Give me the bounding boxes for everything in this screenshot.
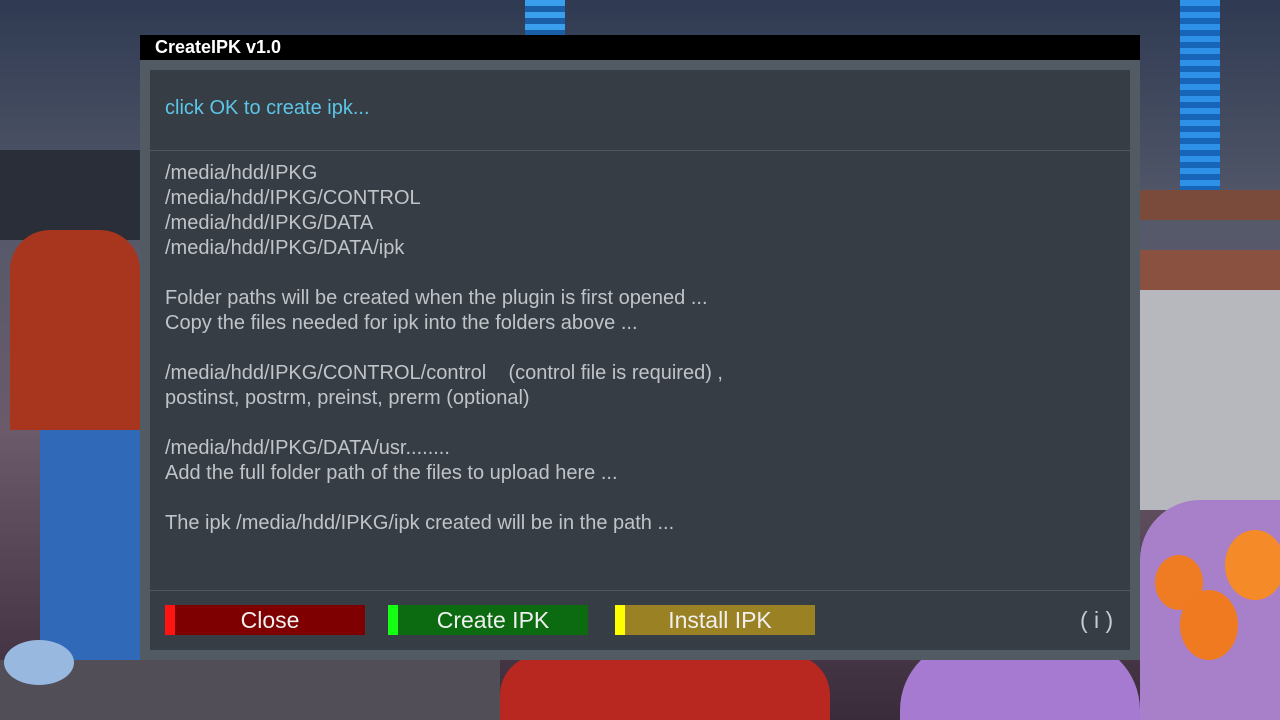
background-shape — [1140, 290, 1280, 510]
info-line — [165, 411, 1115, 436]
plugin-dialog: click OK to create ipk... /media/hdd/IPK… — [140, 60, 1140, 660]
install-ipk-button-label: Install IPK — [668, 607, 772, 633]
background-shape — [10, 230, 140, 430]
info-text-block: /media/hdd/IPKG/media/hdd/IPKG/CONTROL/m… — [165, 161, 1115, 536]
info-line: The ipk /media/hdd/IPKG/ipk created will… — [165, 512, 675, 534]
info-line: Folder paths will be created when the pl… — [165, 287, 708, 309]
header-area: click OK to create ipk... — [150, 70, 1130, 151]
background-shape — [4, 640, 74, 685]
window-title: CreateIPK v1.0 — [140, 35, 1140, 60]
close-button[interactable]: Close — [165, 605, 365, 635]
create-ipk-button-label: Create IPK — [436, 607, 550, 633]
info-line: /media/hdd/IPKG/DATA/usr........ — [165, 437, 450, 459]
background-shape — [0, 660, 500, 720]
info-line: /media/hdd/IPKG/CONTROL/control (control… — [165, 362, 723, 384]
info-line: Copy the files needed for ipk into the f… — [165, 312, 638, 334]
background-shape — [1225, 530, 1280, 600]
info-line: /media/hdd/IPKG/DATA — [165, 212, 374, 234]
background-shape — [1140, 190, 1280, 220]
info-line: /media/hdd/IPKG/CONTROL — [165, 187, 421, 209]
background-shape — [1180, 590, 1238, 660]
info-button[interactable]: ( i ) — [1080, 605, 1113, 635]
background-shape — [525, 0, 565, 36]
footer-divider — [150, 590, 1130, 591]
info-line — [165, 261, 1115, 286]
create-ipk-button[interactable]: Create IPK — [388, 605, 588, 635]
info-line — [165, 336, 1115, 361]
green-key-marker — [388, 605, 398, 635]
background-shape — [1140, 250, 1280, 290]
info-line: Add the full folder path of the files to… — [165, 462, 618, 484]
background-shape — [1180, 0, 1220, 200]
info-line: /media/hdd/IPKG — [165, 162, 318, 184]
yellow-key-marker — [615, 605, 625, 635]
background-shape — [0, 150, 140, 240]
install-ipk-button[interactable]: Install IPK — [615, 605, 815, 635]
close-button-label: Close — [240, 607, 300, 633]
info-line — [165, 486, 1115, 511]
info-line: /media/hdd/IPKG/DATA/ipk — [165, 237, 405, 259]
info-line: postinst, postrm, preinst, prerm (option… — [165, 387, 530, 409]
dialog-body: click OK to create ipk... /media/hdd/IPK… — [150, 70, 1130, 650]
background-shape — [500, 655, 830, 720]
red-key-marker — [165, 605, 175, 635]
instruction-text: click OK to create ipk... — [165, 97, 370, 119]
